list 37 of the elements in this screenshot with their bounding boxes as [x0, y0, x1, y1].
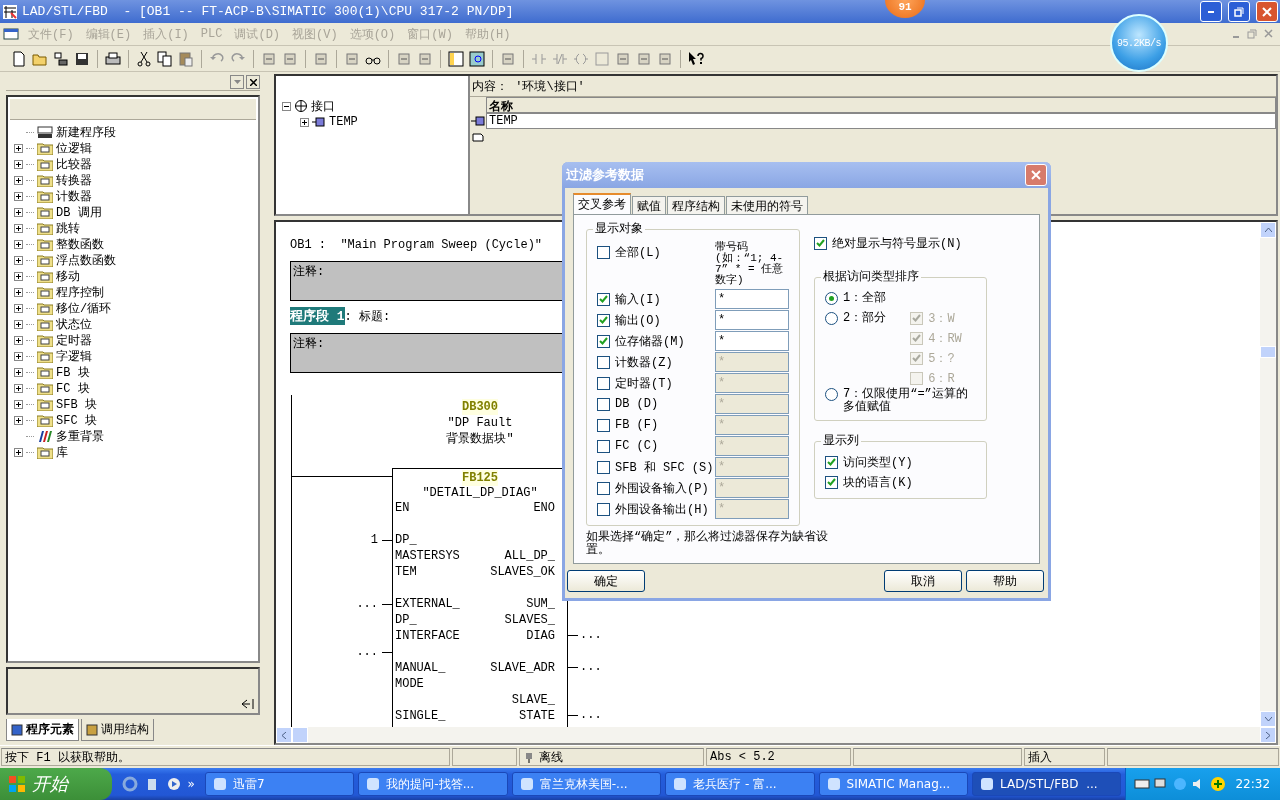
block-number: FB125: [462, 470, 498, 486]
number-hint: 带号码(如：“1; 4-7” * = 任意数字): [715, 242, 785, 286]
pin-label: DIAG: [526, 628, 555, 644]
pin-label: DP_: [395, 612, 417, 628]
pin-label: SLAVES_: [504, 612, 555, 628]
block-name: "DETAIL_DP_DIAG": [422, 486, 538, 500]
dialog-title: 过滤参考数据: [566, 167, 644, 184]
pin-label: EXTERNAL_: [395, 596, 460, 612]
pin-label: EN: [395, 500, 410, 516]
note-text: 如果选择“确定”，那么将过滤器保存为缺省设置。: [586, 531, 830, 557]
status-edit-mode: 插入: [1024, 748, 1105, 766]
pin-label: SLAVE_: [511, 692, 555, 708]
pin-label: ALL_DP_: [504, 548, 555, 564]
window-title: LAD/STL/FBD - [OB1 -- FT-ACP-B\SIMATIC 300(1)\CPU 317-2 PN/DP]: [22, 4, 514, 19]
status-mode: 离线: [539, 749, 563, 766]
pin-label: ENO: [533, 500, 555, 516]
block-title: OB1 : "Main Program Sweep (Cycle)": [290, 238, 543, 252]
pin-label: MANUAL_: [395, 660, 446, 676]
pin-label: TEM: [395, 564, 417, 580]
pin-label: INTERFACE: [395, 628, 460, 644]
group-title: 根据访问类型排序: [821, 270, 921, 285]
group-title: 显示对象: [593, 222, 645, 237]
pin-label: SUM_: [526, 596, 555, 612]
status-help: 按下 F1 以获取帮助。: [1, 748, 450, 766]
status-address: Abs < 5.2: [706, 748, 851, 766]
pin-label: STATE: [519, 708, 555, 724]
group-title: 显示列: [821, 434, 861, 449]
network-title: : 标题:: [344, 308, 391, 325]
pin-label: MASTERSYS: [395, 548, 460, 564]
pin-label: SLAVES_OK: [490, 564, 555, 580]
content-label: 内容： '环境\接口': [472, 78, 585, 95]
pin-label: DP_: [395, 532, 417, 548]
pin-label: SLAVE_ADR: [490, 660, 555, 676]
instance-name: "DP Fault背景数据块": [445, 415, 515, 447]
clock: 22:32: [1235, 777, 1271, 791]
pin-label: SINGLE_: [395, 708, 446, 724]
pin-label: MODE: [395, 676, 424, 692]
